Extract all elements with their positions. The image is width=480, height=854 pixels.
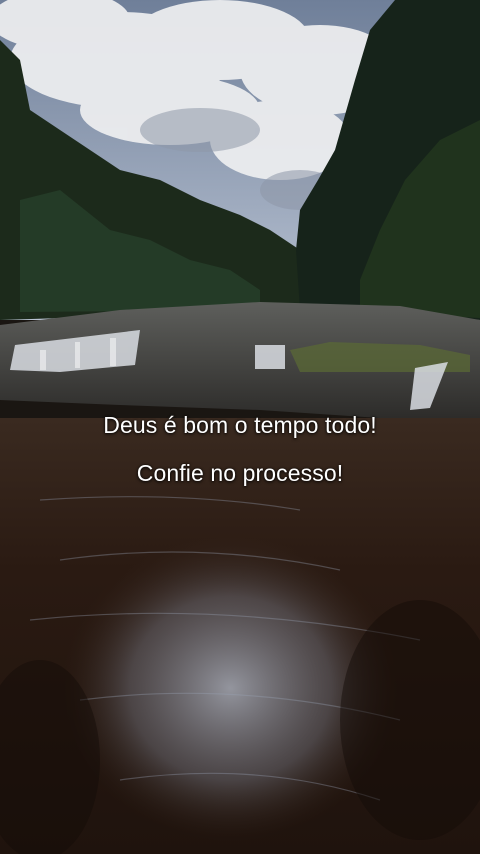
overlay-text-line1: Deus é bom o tempo todo! [103,412,377,438]
overlay-text-line2: Confie no processo! [136,460,344,486]
